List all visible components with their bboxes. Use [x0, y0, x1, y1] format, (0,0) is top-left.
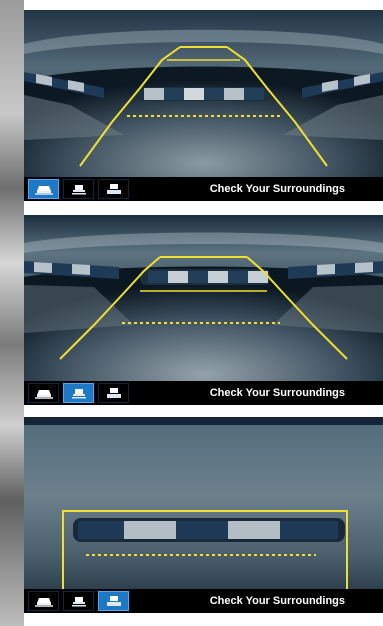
- status-message: Check Your Surroundings: [209, 387, 345, 399]
- wide-view-button[interactable]: [28, 383, 59, 403]
- normal-view-button[interactable]: [63, 591, 94, 611]
- camera-panel-top-down: Check Your Surroundings: [24, 417, 383, 613]
- normal-view-icon: [71, 389, 86, 399]
- wide-view-button[interactable]: [28, 179, 59, 199]
- camera-control-bar: Check Your Surroundings: [24, 589, 383, 613]
- top-down-view-button[interactable]: [98, 591, 129, 611]
- normal-view-button[interactable]: [63, 383, 94, 403]
- top-down-view-icon: [106, 388, 121, 398]
- wide-view-icon: [34, 390, 53, 399]
- top-down-view-button[interactable]: [98, 179, 129, 199]
- normal-view-button[interactable]: [63, 179, 94, 199]
- status-message: Check Your Surroundings: [209, 595, 345, 607]
- top-down-view-icon: [106, 184, 121, 194]
- camera-scene: [24, 10, 383, 201]
- camera-views-page: Check Your Surroundings Check Your Surro…: [0, 0, 383, 626]
- camera-panel-wide: Check Your Surroundings: [24, 10, 383, 201]
- wide-view-icon: [34, 186, 53, 195]
- camera-scene: [24, 215, 383, 405]
- camera-control-bar: Check Your Surroundings: [24, 381, 383, 405]
- top-down-view-button[interactable]: [98, 383, 129, 403]
- camera-panel-normal: Check Your Surroundings: [24, 215, 383, 405]
- wide-view-icon: [34, 598, 53, 607]
- normal-view-icon: [71, 597, 86, 607]
- normal-view-icon: [71, 185, 86, 195]
- left-decorative-strip: [0, 0, 24, 626]
- wide-view-button[interactable]: [28, 591, 59, 611]
- camera-scene: [24, 417, 383, 613]
- status-message: Check Your Surroundings: [209, 183, 345, 195]
- top-down-view-icon: [106, 596, 121, 606]
- camera-control-bar: Check Your Surroundings: [24, 177, 383, 201]
